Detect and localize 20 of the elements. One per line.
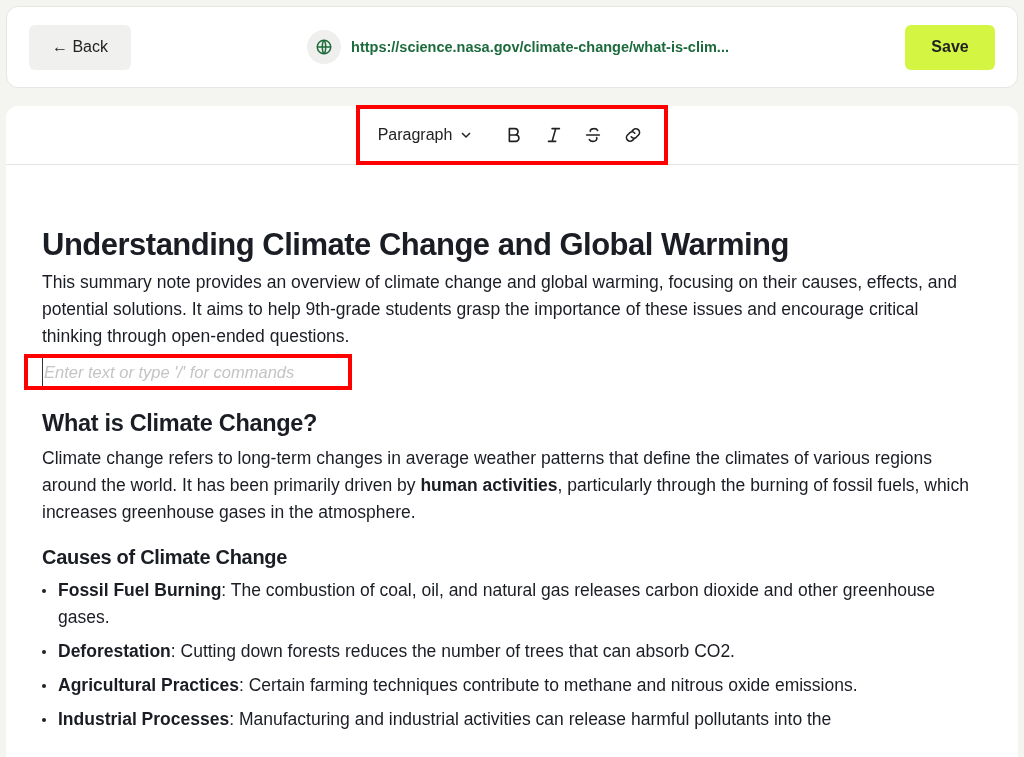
bullet-icon [42,650,46,654]
chevron-down-icon [460,129,473,141]
highlighted-input-field[interactable]: Enter text or type '/' for commands [24,354,352,390]
paragraph: Climate change refers to long-term changes in average weather patterns that define the climates of various regions around the world. It has been primarily driven by human activities, particularly through the burning of fossil fuels, which increases greenhouse gases in the atmosphere. [42,447,970,524]
bullet-icon [42,589,46,593]
section-heading: What is Climate Change? [42,410,319,437]
save-button[interactable]: Save [905,24,995,70]
list-item: Fossil Fuel Burning: The combustion of coal, oil, and natural gas releases carbon dioxide and other greenhouse gases. [58,579,937,629]
list-item: Industrial Processes: Manufacturing and industrial activities can release harmful pollutants into the [58,708,833,731]
bullet-icon [42,684,46,688]
paragraph: This summary note provides an overview of climate change and global warming, focusing on their causes, effects, and potential solutions. It aims to help 9th-grade students grasp the importance of these issues and encourage critical thinking through open-ended questions. [42,271,959,348]
list-item: Deforestation: Cutting down forests reduces the number of trees that can absorb CO2. [58,640,736,663]
list-item: Agricultural Practices: Certain farming techniques contribute to methane and nitrous oxide emissions. [58,674,859,697]
page-url[interactable]: https://science.nasa.gov/climate-change/what-is-clim... [351,39,729,55]
block-style-dropdown[interactable]: Paragraph [373,122,477,148]
back-button[interactable]: ← Back [29,24,131,70]
subsection-heading: Causes of Climate Change [42,546,289,569]
document-title: Understanding Climate Change and Global Warming [42,227,790,263]
bullet-icon [42,718,46,722]
globe-icon [307,30,342,64]
